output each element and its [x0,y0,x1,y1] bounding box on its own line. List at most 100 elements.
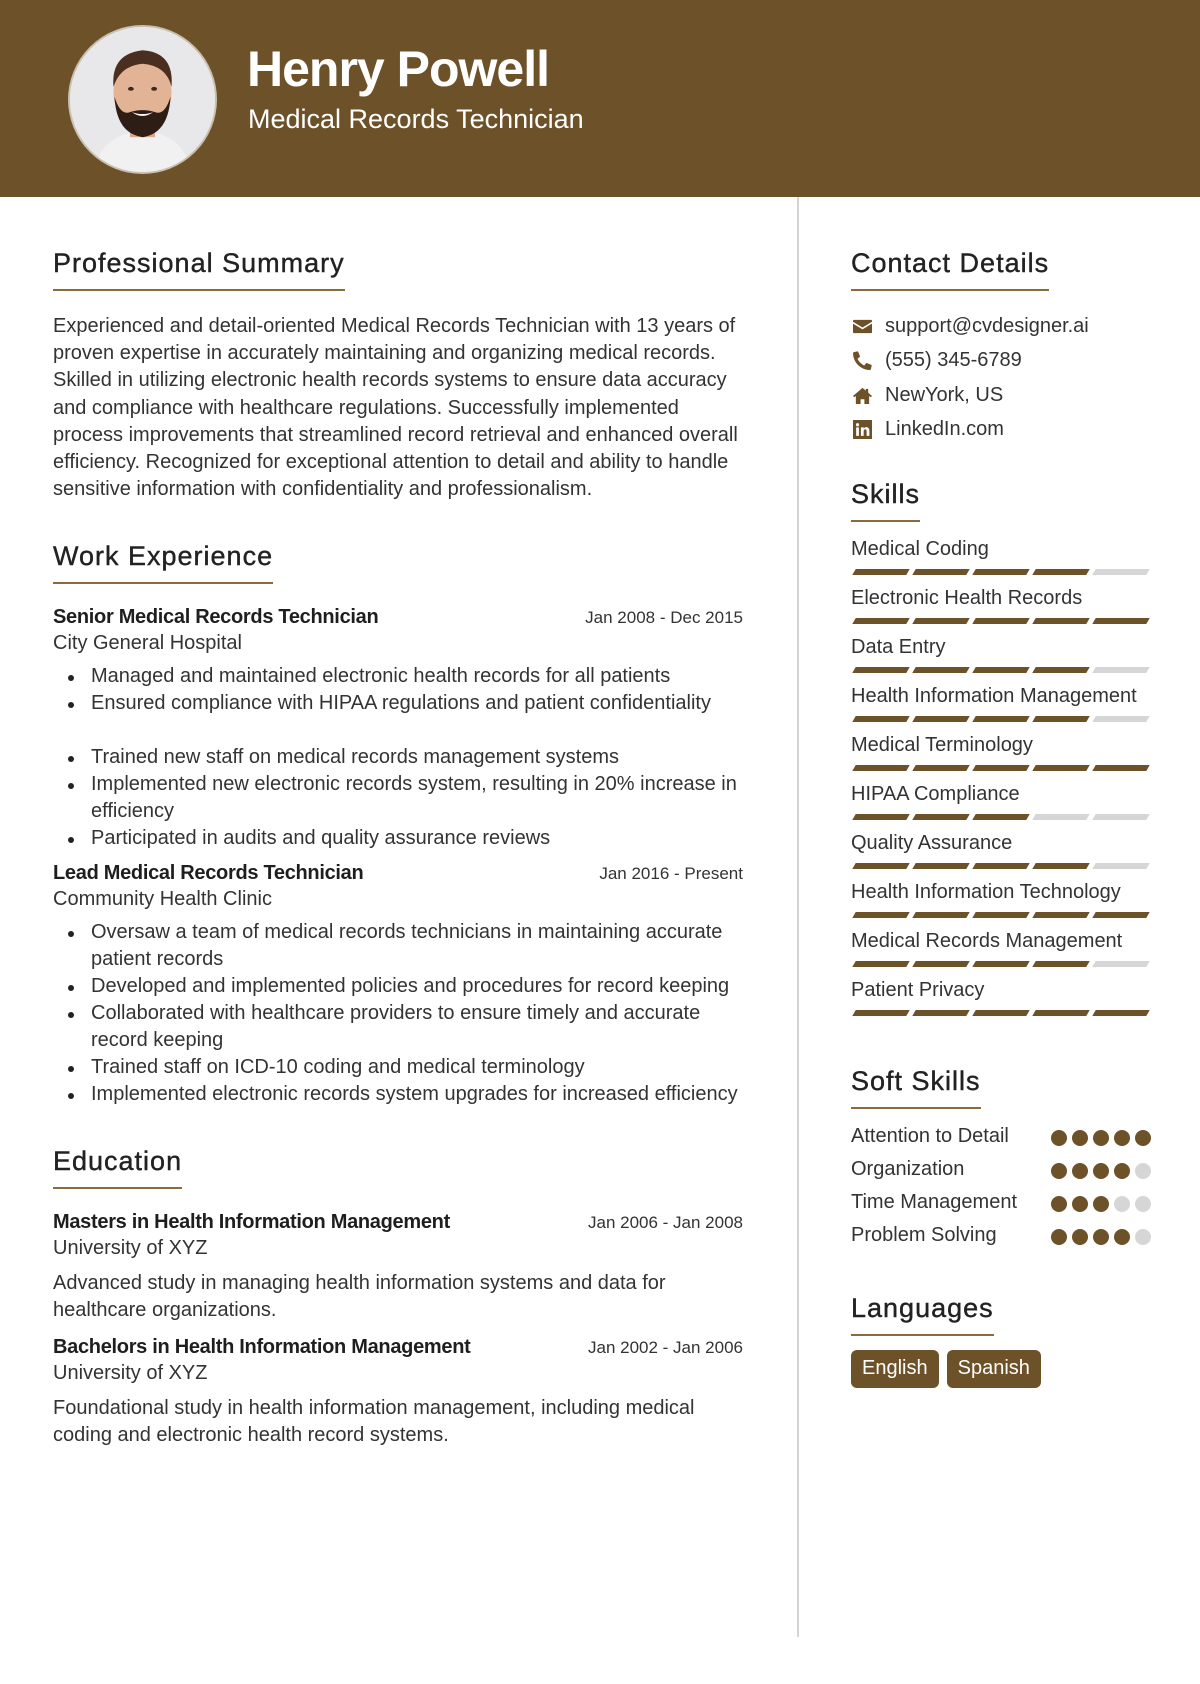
skill-segment-filled [1032,961,1090,967]
skill-segment-filled [1032,667,1090,673]
skills-list: Medical Coding Electronic Health Records D… [851,536,1151,1016]
skill-segment-filled [852,569,910,575]
soft-skills-section: Soft Skills Attention to Detail Organizat… [851,1066,1151,1249]
education-description: Foundational study in health information… [53,1397,695,1447]
skill-name: Medical Terminology [851,734,1033,756]
skill-segment-filled [1032,569,1090,575]
skill-item: Medical Coding [851,536,1151,575]
skill-name: Medical Coding [851,538,989,560]
contact-linkedin[interactable]: LinkedIn.com [851,413,1151,448]
column-divider [797,197,799,1637]
phone-icon [851,351,873,371]
skill-name: Patient Privacy [851,979,985,1001]
skill-segment-filled [912,765,970,771]
job-dates: Jan 2016 - Present [599,864,743,884]
section-heading: Professional Summary [53,248,345,291]
skill-segment-filled [972,618,1030,624]
main-column: Professional Summary Experienced and det… [53,248,743,1487]
skill-segment-filled [852,961,910,967]
soft-skill-item: Attention to Detail [851,1123,1151,1150]
soft-skill-rating [1051,1229,1151,1245]
sidebar-column: Contact Details support@cvdesigner.ai (5… [851,248,1151,1426]
list-item: Ensured compliance with HIPAA regulation… [53,690,743,717]
skill-item: Medical Records Management [851,928,1151,967]
skill-level-bar [851,961,1151,967]
skill-item: Electronic Health Records [851,585,1151,624]
skill-segment-empty [1092,716,1150,722]
skill-segment-filled [912,667,970,673]
skill-segment-empty [1092,863,1150,869]
skill-item: Health Information Technology [851,879,1151,918]
list-item: Participated in audits and quality assur… [53,825,743,852]
section-heading: Contact Details [851,248,1050,291]
skill-segment-filled [972,716,1030,722]
contact-section: Contact Details support@cvdesigner.ai (5… [851,248,1151,447]
skill-item: Patient Privacy [851,977,1151,1016]
education-description: Advanced study in managing health inform… [53,1272,666,1322]
profile-photo [70,27,215,172]
skill-segment-filled [1032,716,1090,722]
skill-segment-filled [1032,863,1090,869]
skill-segment-filled [972,569,1030,575]
rating-dot-filled [1093,1163,1109,1179]
rating-dot-filled [1093,1130,1109,1146]
soft-skill-item: Time Management [851,1189,1151,1216]
rating-dot-empty [1114,1196,1130,1212]
rating-dot-empty [1135,1196,1151,1212]
rating-dot-filled [1072,1196,1088,1212]
language-badge: Spanish [946,1350,1041,1388]
skill-segment-filled [912,814,970,820]
skill-segment-filled [852,618,910,624]
skill-segment-filled [972,765,1030,771]
job-organization: City General Hospital [53,632,242,655]
skill-name: Health Information Management [851,685,1137,707]
skill-name: Health Information Technology [851,881,1121,903]
rating-dot-filled [1114,1130,1130,1146]
soft-skill-name: Problem Solving [851,1224,997,1246]
skill-segment-empty [1092,814,1150,820]
skills-section: Skills Medical Coding Electronic Health R… [851,479,1151,1016]
skill-segment-filled [852,912,910,918]
skill-item: Data Entry [851,634,1151,673]
section-heading: Education [53,1146,183,1190]
soft-skill-rating [1051,1196,1151,1212]
rating-dot-filled [1051,1163,1067,1179]
skill-segment-filled [972,814,1030,820]
rating-dot-filled [1051,1196,1067,1212]
rating-dot-filled [1051,1130,1067,1146]
skill-segment-filled [972,912,1030,918]
skill-segment-filled [1032,1010,1090,1016]
language-badge: English [851,1350,939,1388]
languages-list: English Spanish [851,1350,1151,1388]
degree-name: Masters in Health Information Management [53,1211,450,1234]
soft-skills-list: Attention to Detail Organization Time Mana… [851,1123,1151,1249]
skill-level-bar [851,912,1151,918]
education-section: Education Masters in Health Information … [53,1146,743,1449]
school-name: University of XYZ [53,1362,208,1385]
skill-segment-filled [852,814,910,820]
skill-level-bar [851,814,1151,820]
summary-text: Experienced and detail-oriented Medical … [53,315,738,501]
skill-segment-filled [912,961,970,967]
skill-segment-filled [1092,618,1150,624]
skill-segment-filled [852,765,910,771]
skill-item: Health Information Management [851,683,1151,722]
home-icon [851,385,873,405]
list-item: Collaborated with healthcare providers t… [53,1000,743,1054]
job-organization: Community Health Clinic [53,888,272,911]
skill-segment-filled [912,1010,970,1016]
experience-section: Work Experience Senior Medical Records T… [53,541,743,1108]
skill-segment-empty [1092,961,1150,967]
skill-segment-filled [1032,765,1090,771]
skill-item: Quality Assurance [851,830,1151,869]
skill-segment-filled [912,569,970,575]
skill-name: Quality Assurance [851,832,1013,854]
contact-phone[interactable]: (555) 345-6789 [851,344,1151,379]
list-item: Implemented new electronic records syste… [53,771,743,825]
soft-skill-name: Organization [851,1158,965,1180]
skill-segment-filled [972,961,1030,967]
contact-email[interactable]: support@cvdesigner.ai [851,309,1151,344]
skill-segment-filled [912,912,970,918]
rating-dot-filled [1114,1229,1130,1245]
education-entry: Masters in Health Information Management… [53,1211,743,1324]
